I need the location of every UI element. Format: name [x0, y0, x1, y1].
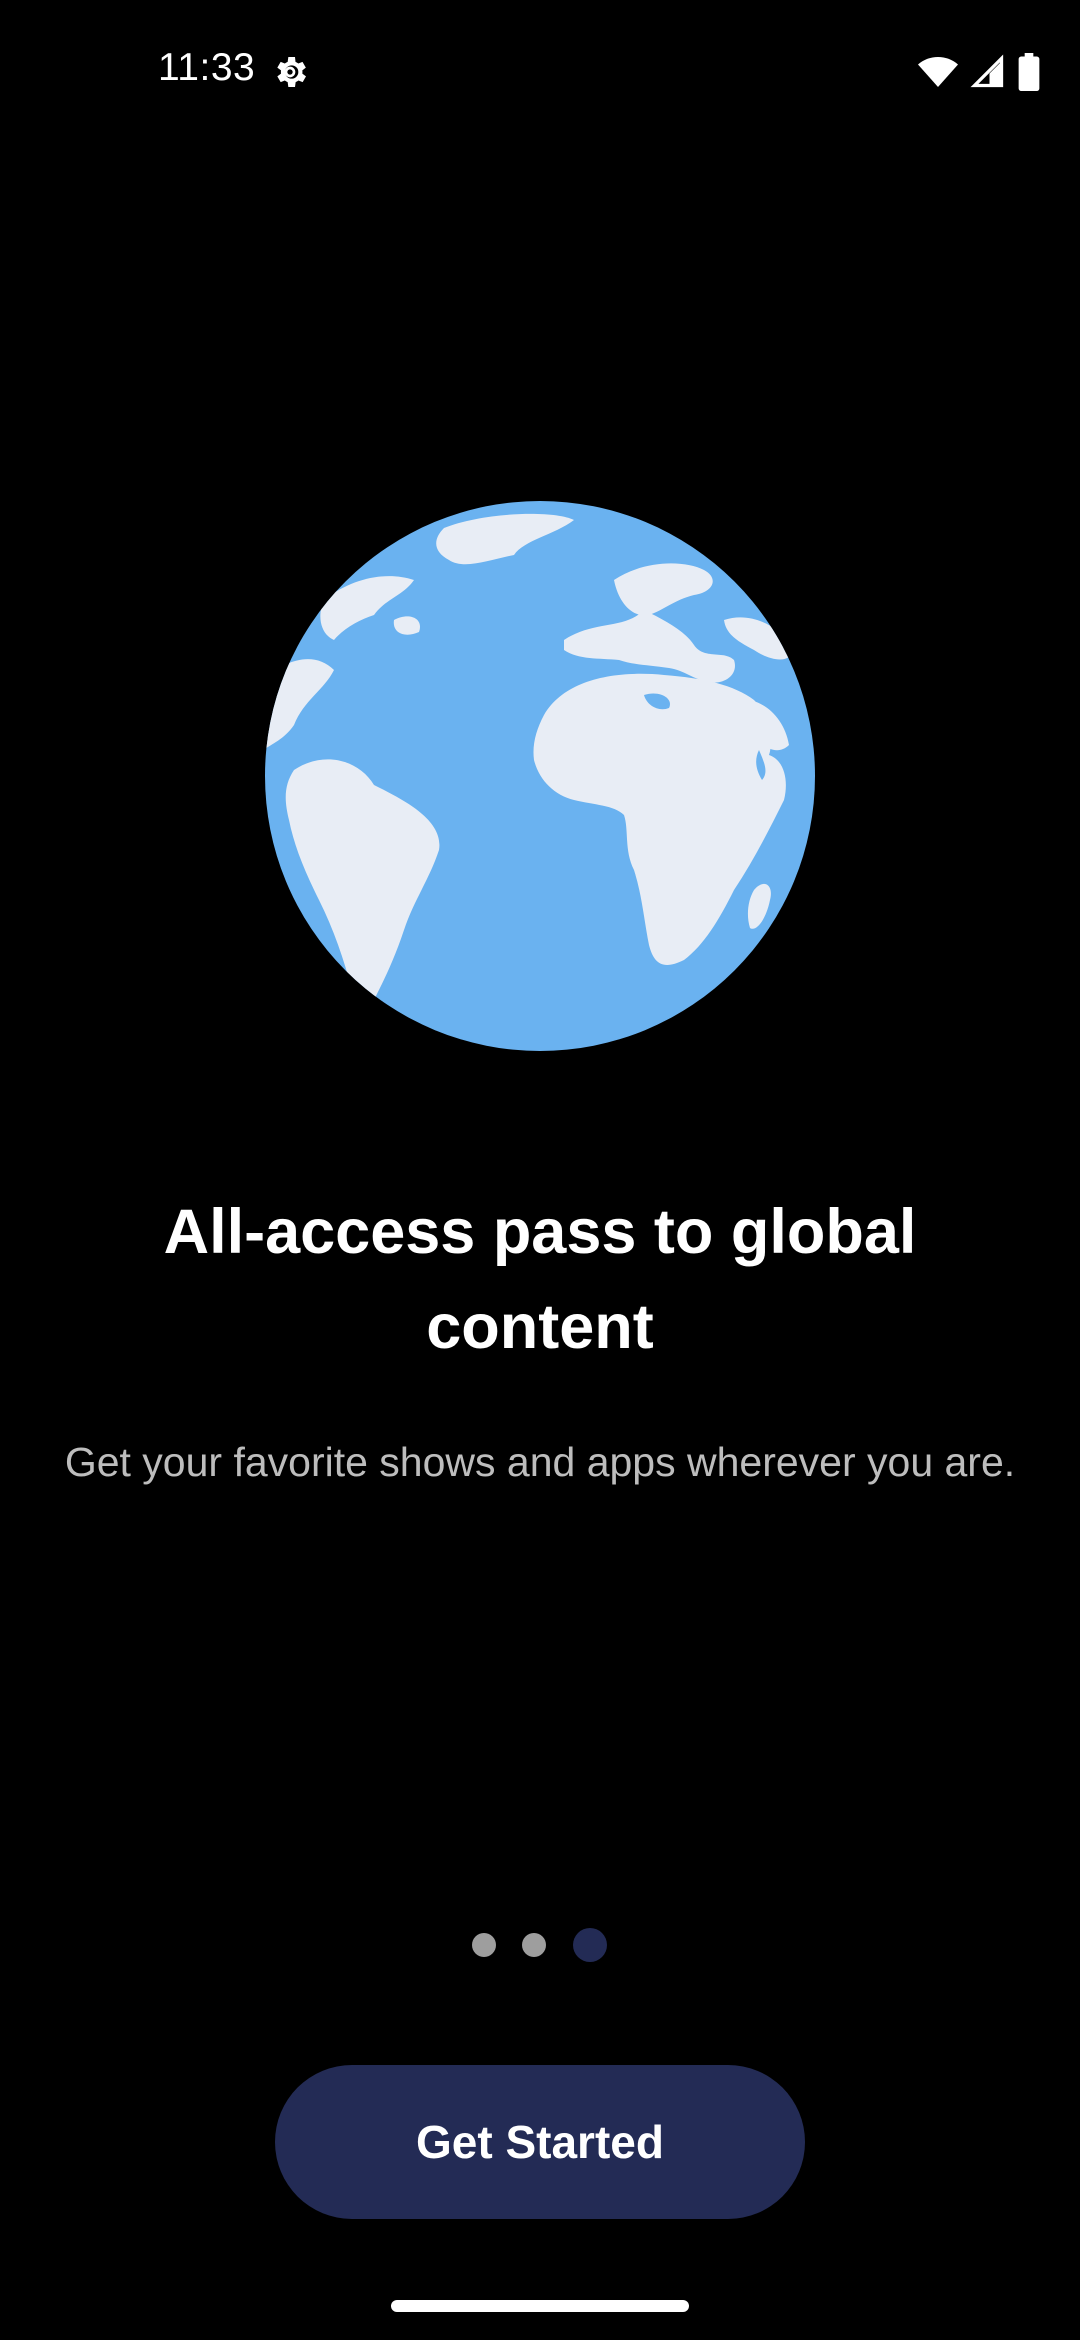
page-indicator	[0, 1924, 1080, 1964]
page-dot-3-active[interactable]	[573, 1928, 607, 1962]
cell-signal-icon	[970, 54, 1006, 90]
wifi-icon	[918, 55, 958, 89]
status-bar: 11:33	[0, 0, 1080, 140]
status-time: 11:33	[158, 46, 256, 89]
settings-gear-icon	[270, 52, 310, 92]
onboarding-screen: 11:33 All-access pass to global content …	[0, 0, 1080, 2340]
globe-illustration	[264, 500, 816, 1052]
page-dot-2[interactable]	[522, 1933, 546, 1957]
globe-icon	[265, 501, 815, 1051]
get-started-button[interactable]: Get Started	[275, 2065, 805, 2219]
battery-icon	[1018, 53, 1040, 91]
page-dot-1[interactable]	[472, 1933, 496, 1957]
onboarding-title: All-access pass to global content	[163, 1197, 917, 1362]
home-indicator[interactable]	[391, 2300, 689, 2312]
status-indicators	[918, 52, 1040, 92]
onboarding-subtitle: Get your favorite shows and apps whereve…	[64, 1439, 1016, 1485]
